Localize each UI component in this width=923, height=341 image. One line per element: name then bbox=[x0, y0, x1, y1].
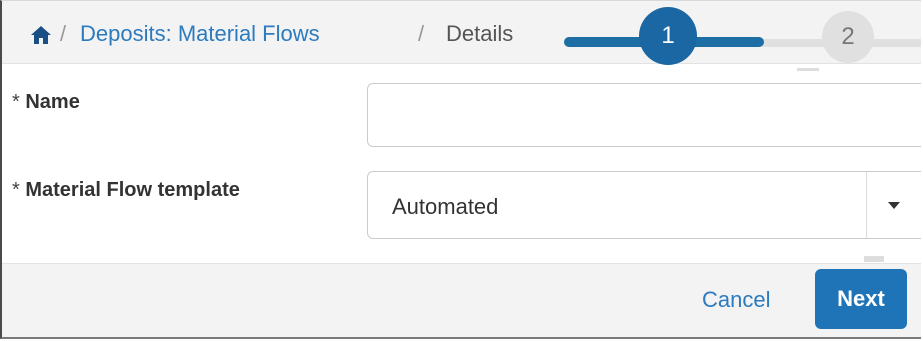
required-marker: * bbox=[12, 91, 20, 113]
name-input[interactable] bbox=[367, 83, 921, 147]
template-select[interactable]: Automated bbox=[367, 171, 921, 239]
scroll-indicator bbox=[864, 256, 884, 262]
next-button[interactable]: Next bbox=[815, 269, 907, 329]
breadcrumb-separator: / bbox=[418, 21, 425, 46]
name-label-text: Name bbox=[25, 91, 80, 113]
breadcrumb-current: Details bbox=[446, 21, 514, 46]
header-bar: / Deposits: Material Flows / Details 1 2 bbox=[2, 1, 921, 65]
scroll-indicator bbox=[797, 68, 819, 71]
template-select-value: Automated bbox=[392, 194, 499, 219]
required-marker: * bbox=[12, 179, 20, 201]
step-1-indicator[interactable]: 1 bbox=[639, 7, 697, 65]
home-icon[interactable] bbox=[30, 25, 52, 45]
template-label-text: Material Flow template bbox=[25, 179, 240, 201]
chevron-down-icon[interactable] bbox=[888, 202, 900, 209]
footer-bar: Cancel Next bbox=[2, 263, 921, 337]
breadcrumb-link-deposits[interactable]: Deposits: Material Flows bbox=[80, 21, 320, 47]
name-label: * Name bbox=[12, 91, 80, 114]
step-2-indicator[interactable]: 2 bbox=[822, 11, 874, 63]
template-label: * Material Flow template bbox=[12, 179, 240, 202]
breadcrumb-separator: / bbox=[60, 21, 67, 46]
select-divider bbox=[866, 172, 867, 238]
cancel-button[interactable]: Cancel bbox=[702, 287, 770, 313]
material-flow-dialog: / Deposits: Material Flows / Details 1 2… bbox=[0, 0, 921, 339]
